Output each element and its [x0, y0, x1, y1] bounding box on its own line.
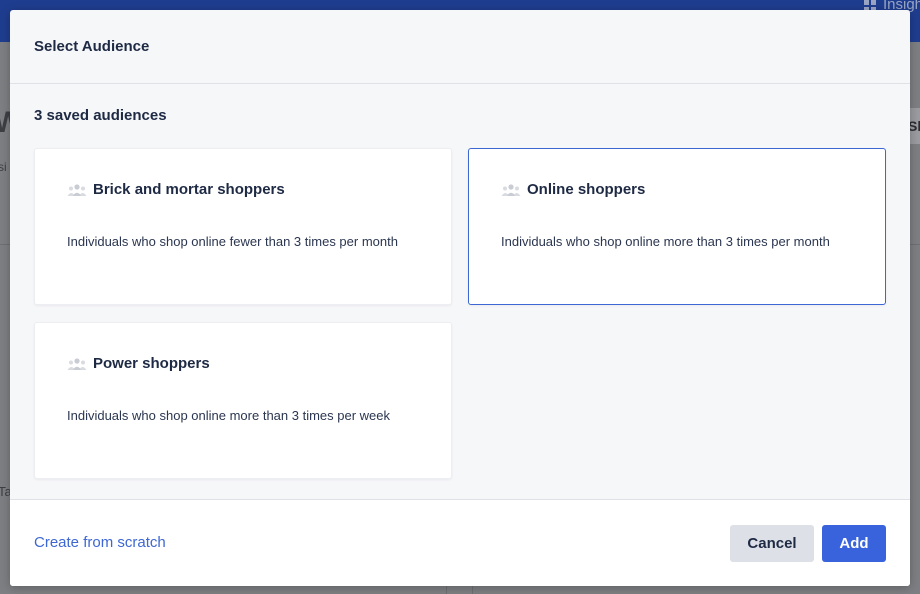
audience-card-online-shoppers[interactable]: Online shoppers Individuals who shop onl…	[468, 148, 886, 305]
audience-card-title: Online shoppers	[527, 181, 646, 198]
audience-card-description: Individuals who shop online more than 3 …	[501, 234, 830, 249]
saved-audiences-heading: 3 saved audiences	[34, 107, 167, 124]
create-from-scratch-link[interactable]: Create from scratch	[34, 534, 166, 551]
people-icon	[67, 183, 87, 196]
modal-footer: Create from scratch Cancel Add	[10, 499, 910, 586]
select-audience-modal: Select Audience 3 saved audiences Brick …	[10, 10, 910, 586]
add-button[interactable]: Add	[822, 525, 886, 562]
audience-card-power-shoppers[interactable]: Power shoppers Individuals who shop onli…	[34, 322, 452, 479]
modal-title: Select Audience	[34, 38, 150, 55]
people-icon	[67, 357, 87, 370]
audience-card-title: Brick and mortar shoppers	[93, 181, 285, 198]
modal-header: Select Audience	[10, 10, 910, 84]
cancel-button[interactable]: Cancel	[730, 525, 814, 562]
people-icon	[501, 183, 521, 196]
audience-card-description: Individuals who shop online fewer than 3…	[67, 234, 398, 249]
audience-card-title: Power shoppers	[93, 355, 210, 372]
background-column-divider	[446, 586, 447, 594]
audience-card-brick-and-mortar[interactable]: Brick and mortar shoppers Individuals wh…	[34, 148, 452, 305]
audience-card-description: Individuals who shop online more than 3 …	[67, 408, 391, 423]
background-column-divider	[472, 586, 473, 594]
background-subtext-fragment: si	[0, 160, 7, 174]
